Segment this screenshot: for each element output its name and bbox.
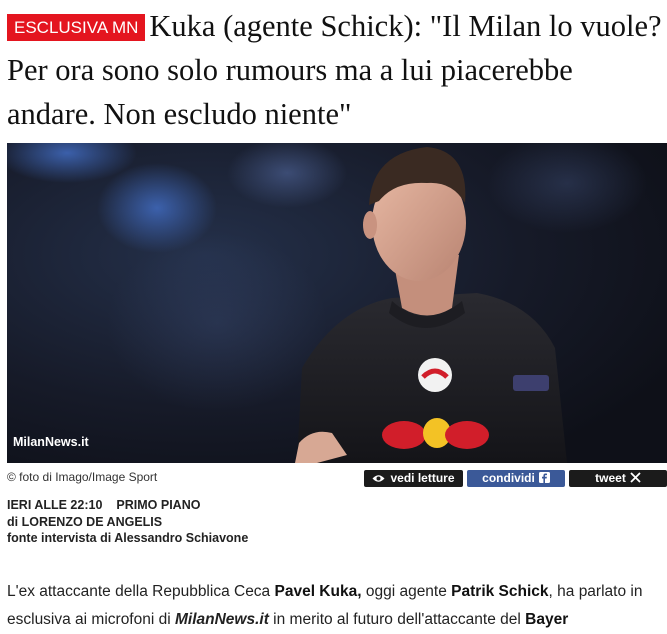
article-section[interactable]: PRIMO PIANO: [116, 498, 200, 512]
article-datetime-section: IERI ALLE 22:10 PRIMO PIANO: [7, 498, 200, 512]
tweet-label: tweet: [595, 471, 626, 485]
tweet-button[interactable]: tweet: [569, 470, 667, 487]
player-photo-illustration: [7, 143, 667, 463]
article-photo: [7, 143, 667, 463]
share-button[interactable]: condividi: [467, 470, 565, 487]
photo-credit: © foto di Imago/Image Sport: [7, 470, 158, 484]
body-bold-name: Pavel Kuka,: [274, 583, 362, 600]
eye-icon: [372, 471, 385, 488]
facebook-icon: [538, 471, 550, 488]
share-label: condividi: [482, 471, 535, 485]
views-button[interactable]: vedi letture: [364, 470, 463, 487]
site-name: MilanNews.it: [174, 611, 269, 628]
body-text-segment: oggi agente: [361, 583, 452, 600]
article-headline: ESCLUSIVA MN Kuka (agente Schick): "Il Mi…: [7, 4, 662, 136]
body-bold-name: Patrik Schick: [451, 583, 549, 600]
exclusive-badge[interactable]: ESCLUSIVA MN: [7, 14, 146, 41]
body-text-segment: L'ex attaccante della Repubblica Ceca: [7, 583, 275, 600]
body-bold-name: Bayer: [525, 611, 569, 628]
x-logo-icon: [630, 471, 641, 488]
body-text-segment: in merito al futuro dell'attaccante del: [268, 611, 526, 628]
article-author[interactable]: di LORENZO DE ANGELIS: [7, 515, 162, 529]
article-date: IERI ALLE 22:10: [7, 498, 103, 512]
views-label: vedi letture: [390, 471, 455, 485]
photo-watermark: MilanNews.it: [13, 435, 89, 449]
article-source: fonte intervista di Alessandro Schiavone: [7, 531, 249, 545]
